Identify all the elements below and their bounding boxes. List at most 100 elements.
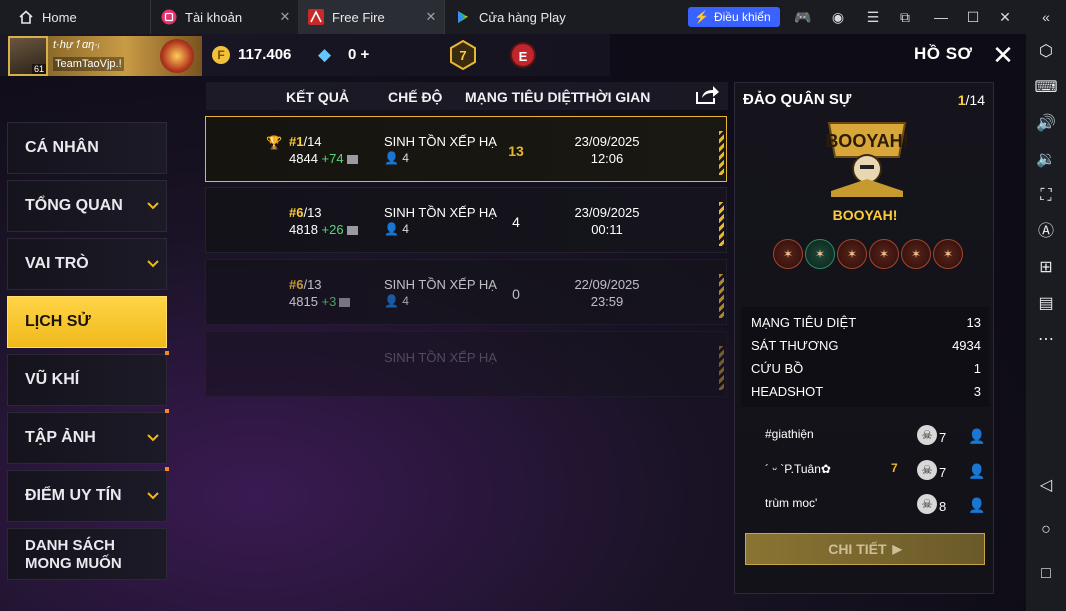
booyah-label: BOOYAH!	[832, 207, 898, 223]
share-icon[interactable]	[694, 84, 720, 106]
close-tab-icon[interactable]: ✕	[424, 10, 438, 24]
match-rank: #1/14	[289, 134, 322, 149]
player-namecard[interactable]: t·hự↿ɑη·ᵢ TeamTaoVjp.!	[48, 36, 202, 76]
match-date: 23/09/2025	[574, 134, 640, 149]
achievement-badge-icon[interactable]: ✶	[837, 239, 867, 269]
match-date: 22/09/2025	[574, 277, 640, 292]
menu-ca-nhan[interactable]: CÁ NHÂN	[7, 122, 167, 174]
match-mode: SINH TỒN XẾP HẠ	[384, 350, 497, 365]
header-result: KẾT QUẢ	[286, 89, 349, 105]
minimize-icon[interactable]: —	[932, 8, 950, 26]
back-icon[interactable]: ◁	[1034, 474, 1058, 498]
multi-instance-icon[interactable]: ⊞	[1034, 256, 1058, 280]
menu-tap-anh[interactable]: TẬP ẢNH	[7, 409, 169, 464]
volume-up-icon[interactable]: 🔊	[1034, 112, 1058, 136]
menu-vai-tro[interactable]: VAI TRÒ	[7, 238, 167, 290]
match-kills: 4	[512, 214, 520, 230]
home-icon	[18, 9, 34, 25]
menu-label: LỊCH SỬ	[25, 313, 91, 330]
close-icon[interactable]: ✕	[990, 42, 1016, 68]
stat-value: 13	[966, 315, 981, 330]
close-window-icon[interactable]: ✕	[996, 8, 1014, 26]
control-button[interactable]: ⚡ Điều khiển	[688, 7, 780, 27]
chevron-down-icon	[147, 202, 159, 210]
more-icon[interactable]: ⋯	[1034, 328, 1058, 352]
game-screen: 61 t·hự↿ɑη·ᵢ TeamTaoVjp.! F 117.406 ◆ 0 …	[0, 34, 1026, 611]
gold-amount: 117.406	[238, 46, 292, 63]
keyboard-icon[interactable]: ⌨	[1034, 76, 1058, 100]
add-friend-icon[interactable]: 👤	[968, 496, 986, 514]
achievement-badges: ✶ ✶ ✶ ✶ ✶ ✶	[773, 239, 963, 271]
auto-icon[interactable]: Ⓐ	[1034, 220, 1058, 244]
rank-points: 4818 +26	[289, 222, 358, 237]
rank-points: 4844 +74	[289, 151, 358, 166]
maximize-icon[interactable]: ☐	[964, 8, 982, 26]
table-row[interactable]: 🏆 #1/14 4844 +74 SINH TỒN XẾP HẠ 👤 4 13 …	[205, 116, 727, 182]
match-kills: 13	[508, 143, 524, 159]
avatar[interactable]: 61	[8, 36, 48, 76]
settings-hex-icon[interactable]: ⬡	[1034, 40, 1058, 64]
pin-icon[interactable]: ⧉	[896, 8, 914, 26]
achievement-badge-icon[interactable]: ✶	[933, 239, 963, 269]
tab-free-fire[interactable]: Free Fire ✕	[298, 0, 444, 34]
menu-diem-uy-tin[interactable]: ĐIỂM UY TÍN	[7, 467, 169, 522]
table-row[interactable]: #6/13 4818 +26 SINH TỒN XẾP HẠ 👤 4 4 23/…	[205, 187, 727, 253]
play-store-icon	[455, 9, 471, 25]
match-rank: #6/13	[289, 277, 322, 292]
menu-lich-su[interactable]: LỊCH SỬ	[7, 296, 167, 348]
collapse-sidebar-icon[interactable]: «	[1037, 8, 1055, 26]
skull-icon: ☠	[917, 494, 937, 514]
teammate-kills: 7	[939, 465, 947, 480]
detail-button-label: CHI TIẾT	[828, 541, 887, 557]
header-time: THỜI GIAN	[577, 89, 651, 105]
volume-down-icon[interactable]: 🔉	[1034, 148, 1058, 172]
menu-danh-sach-mong-muon[interactable]: DANH SÁCH MONG MUỐN	[7, 528, 167, 580]
chevron-down-icon	[147, 260, 159, 268]
rank-tag-icon: 7	[891, 461, 898, 475]
svg-text:BOOYAH!: BOOYAH!	[825, 131, 908, 151]
screenshot-icon[interactable]: ⛶	[1034, 184, 1058, 208]
recent-apps-icon[interactable]: □	[1034, 562, 1058, 586]
menu-label: TẬP ẢNH	[25, 429, 96, 446]
play-arrow-icon: ▶	[892, 542, 902, 556]
home-circle-icon[interactable]: ○	[1034, 518, 1058, 542]
diamond-amount[interactable]: 0 +	[348, 46, 369, 63]
table-row[interactable]: SINH TỒN XẾP HẠ	[205, 331, 727, 397]
add-friend-icon[interactable]: 👤	[968, 427, 986, 445]
elite-badge-icon[interactable]: E	[510, 42, 536, 68]
account-circle-icon[interactable]: ◉	[829, 8, 847, 26]
person-icon: 👤	[384, 151, 399, 165]
achievement-badge-icon[interactable]: ✶	[901, 239, 931, 269]
teammate-name: #giathiện	[765, 427, 814, 441]
lightning-icon: ⚡	[694, 10, 709, 24]
match-rank: #6/13	[289, 205, 322, 220]
menu-icon[interactable]: ☰	[864, 8, 882, 26]
achievement-badge-icon[interactable]: ✶	[869, 239, 899, 269]
rank-badge-icon[interactable]: 7	[448, 39, 478, 71]
menu-tong-quan[interactable]: TỔNG QUAN	[7, 180, 167, 232]
table-row[interactable]: #6/13 4815 +3 SINH TỒN XẾP HẠ 👤 4 0 22/0…	[205, 259, 727, 325]
gamepad-icon[interactable]: 🎮	[794, 8, 812, 26]
tab-play-store[interactable]: Cửa hàng Play	[444, 0, 586, 34]
match-mode: SINH TỒN XẾP HẠ	[384, 134, 497, 149]
add-friend-icon[interactable]: 👤	[968, 462, 986, 480]
match-date: 23/09/2025	[574, 205, 640, 220]
history-table-header: KẾT QUẢ CHẾ ĐỘ MẠNG TIÊU DIỆT THỜI GIAN	[206, 82, 728, 110]
match-kills: 0	[512, 286, 520, 302]
control-button-label: Điều khiển	[713, 10, 771, 24]
close-tab-icon[interactable]: ✕	[278, 10, 292, 24]
achievement-badge-icon[interactable]: ✶	[805, 239, 835, 269]
menu-label: CÁ NHÂN	[25, 139, 99, 156]
menu-label: VAI TRÒ	[25, 255, 89, 272]
menu-label: VŨ KHÍ	[25, 371, 80, 388]
row-stripe	[719, 346, 724, 390]
match-detail-panel: ĐẢO QUÂN SỰ 1/14 BOOYAH! BOOYAH! ✶ ✶ ✶ ✶…	[734, 82, 994, 594]
person-icon: 👤	[384, 222, 399, 236]
achievement-badge-icon[interactable]: ✶	[773, 239, 803, 269]
detail-button[interactable]: CHI TIẾT ▶	[745, 533, 985, 565]
tab-account[interactable]: Tài khoản ✕	[150, 0, 298, 34]
tab-home[interactable]: Home	[0, 0, 150, 34]
apk-icon[interactable]: ▤	[1034, 292, 1058, 316]
diamond-icon: ◆	[318, 45, 332, 64]
menu-vu-khi[interactable]: VŨ KHÍ	[7, 351, 169, 406]
